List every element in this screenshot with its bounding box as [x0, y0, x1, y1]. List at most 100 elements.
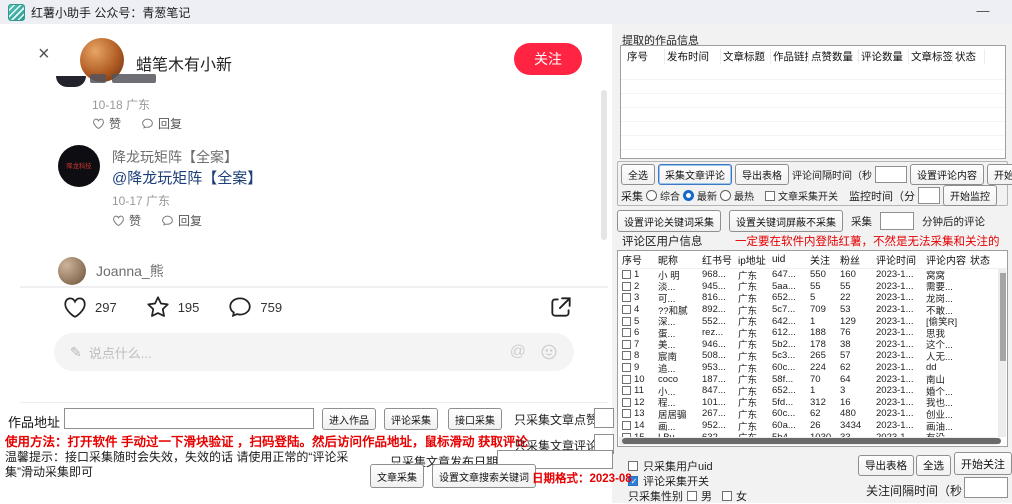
comment-controls-box: 全选 采集文章评论 导出表格 评论间隔时间（秒 设置评论内容 开始评论 采集 综… — [617, 161, 1008, 206]
minutes-after-label: 分钟后的评论 — [922, 214, 985, 229]
export-table-button[interactable]: 导出表格 — [735, 164, 789, 185]
row-checkbox[interactable] — [622, 421, 631, 430]
follow-interval-label: 关注间隔时间（秒 — [866, 482, 962, 499]
row-checkbox[interactable] — [622, 386, 631, 395]
comment-meta: 10-17 广东 — [112, 192, 170, 209]
row-checkbox[interactable] — [622, 282, 631, 291]
app-icon — [8, 4, 25, 21]
row-checkbox[interactable] — [622, 305, 631, 314]
column-header: 评论数量 — [859, 49, 909, 64]
users-section-label: 评论区用户信息 — [622, 233, 703, 249]
row-checkbox[interactable] — [622, 317, 631, 326]
scrollbar[interactable] — [601, 90, 607, 240]
only-likes-input[interactable] — [594, 408, 614, 428]
follow-interval-input[interactable] — [964, 477, 1008, 498]
reply-action[interactable]: 回复 — [141, 115, 182, 132]
collect-after-input[interactable] — [880, 212, 914, 230]
column-header: 点赞数量 — [809, 49, 859, 64]
article-collect-switch-checkbox[interactable] — [765, 191, 775, 201]
commenter-name[interactable]: Joanna_熊 — [96, 261, 164, 281]
set-comment-keyword-button[interactable]: 设置评论关键词采集 — [617, 210, 721, 232]
comment-input[interactable]: ✎ 说点什么... @ — [54, 333, 574, 371]
row-checkbox[interactable] — [622, 351, 631, 360]
row-checkbox[interactable] — [622, 398, 631, 407]
post-stats: 297 195 759 — [62, 294, 310, 320]
minimize-button[interactable]: — — [974, 3, 992, 18]
set-search-keyword-button[interactable]: 设置文章搜索关键词 — [432, 464, 536, 488]
set-keyword-block-button[interactable]: 设置关键词屏蔽不采集 — [729, 210, 843, 232]
like-action[interactable]: 赞 — [112, 212, 141, 229]
post-viewer: × 蜡笔木有小新 关注 10-18 广东 赞 回复 降龙科技 降龙玩矩阵【全案】… — [20, 30, 608, 403]
comment-collect-button[interactable]: 评论采集 — [384, 408, 438, 430]
only-likes-label: 只采集文章点赞 — [514, 411, 598, 428]
female-checkbox[interactable] — [722, 491, 732, 501]
tip-text: 温馨提示：接口采集随时会失效，失效的话 请使用正常的“评论采集”滑动采集即可 — [5, 450, 355, 480]
chat-bubble-icon — [161, 214, 174, 227]
works-table-header: 序号发布时间文章标题作品链接点赞数量评论数量文章标签状态 — [621, 46, 1005, 66]
api-collect-button[interactable]: 接口采集 — [448, 408, 502, 430]
collect-article-comments-button[interactable]: 采集文章评论 — [658, 164, 732, 185]
emoji-icon[interactable] — [540, 343, 558, 361]
row-checkbox[interactable] — [622, 293, 631, 302]
commenter-avatar[interactable] — [58, 257, 86, 285]
select-all-users-button[interactable]: 全选 — [916, 455, 951, 476]
work-url-input[interactable] — [64, 408, 314, 429]
row-checkbox[interactable] — [622, 375, 631, 384]
like-action[interactable]: 赞 — [92, 115, 121, 132]
reply-action[interactable]: 回复 — [161, 212, 202, 229]
chat-bubble-icon[interactable] — [227, 294, 253, 320]
share-icon[interactable] — [548, 294, 574, 320]
monitor-time-input[interactable] — [918, 187, 940, 204]
male-checkbox[interactable] — [687, 491, 697, 501]
date-format-hint: 日期格式：2023-08 — [532, 470, 632, 486]
close-icon[interactable]: × — [38, 44, 50, 64]
article-collect-button[interactable]: 文章采集 — [370, 464, 424, 488]
collect-count: 195 — [178, 300, 200, 315]
horizontal-scrollbar-thumb[interactable] — [622, 438, 1001, 444]
comment-interval-label: 评论间隔时间（秒 — [792, 167, 872, 182]
article-collect-switch-label: 文章采集开关 — [778, 188, 838, 203]
comment-switch-option: 评论采集开关 — [628, 473, 709, 489]
radio-hottest[interactable] — [720, 190, 731, 201]
enter-work-button[interactable]: 进入作品 — [322, 408, 376, 430]
column-header: 昵称 — [657, 252, 701, 267]
start-comment-button[interactable]: 开始评论 — [987, 164, 1012, 185]
mention-icon[interactable]: @ — [510, 343, 526, 361]
column-header: 序号 — [621, 252, 657, 267]
radio-comprehensive[interactable] — [646, 190, 657, 201]
comment-actions: 赞 回复 — [92, 115, 182, 132]
row-checkbox[interactable] — [622, 328, 631, 337]
app-title: 红薯小助手 公众号：青葱笔记 — [31, 4, 190, 21]
start-monitor-button[interactable]: 开始监控 — [943, 185, 997, 206]
select-all-button[interactable]: 全选 — [621, 164, 655, 185]
export-users-button[interactable]: 导出表格 — [858, 455, 914, 476]
column-header: 红书号 — [701, 252, 737, 267]
heart-icon[interactable] — [62, 294, 88, 320]
comment-interval-input[interactable] — [875, 166, 907, 183]
row-checkbox[interactable] — [622, 270, 631, 279]
row-checkbox[interactable] — [622, 409, 631, 418]
set-comment-content-button[interactable]: 设置评论内容 — [910, 164, 984, 185]
column-header: 粉丝 — [839, 252, 875, 267]
heart-icon — [92, 117, 105, 130]
users-table-body: 1小 明968...广东647...5501602023-1...窝窝2淡...… — [618, 269, 1007, 443]
commenter-name[interactable]: 降龙玩矩阵【全案】 — [112, 147, 238, 167]
start-follow-button[interactable]: 开始关注 — [954, 452, 1012, 475]
follow-button[interactable]: 关注 — [514, 43, 582, 75]
radio-newest[interactable] — [683, 190, 694, 201]
column-header: ip地址 — [737, 252, 771, 267]
author-name[interactable]: 蜡笔木有小新 — [136, 51, 232, 75]
star-icon[interactable] — [145, 294, 171, 320]
partial-avatar — [56, 76, 86, 87]
vertical-scrollbar-thumb[interactable] — [1000, 273, 1006, 361]
partial-comment-text — [90, 74, 106, 83]
row-checkbox[interactable] — [622, 340, 631, 349]
commenter-avatar[interactable]: 降龙科技 — [58, 145, 100, 187]
row-checkbox[interactable] — [622, 363, 631, 372]
collect-after-label: 采集 — [851, 214, 872, 229]
gender-filter: 只采集性别 男 女 — [628, 488, 747, 504]
heart-icon — [112, 214, 125, 227]
column-header: 作品链接 — [771, 49, 809, 64]
comment-count: 759 — [260, 300, 282, 315]
comment-text: @降龙玩矩阵【全案】 — [112, 167, 262, 188]
